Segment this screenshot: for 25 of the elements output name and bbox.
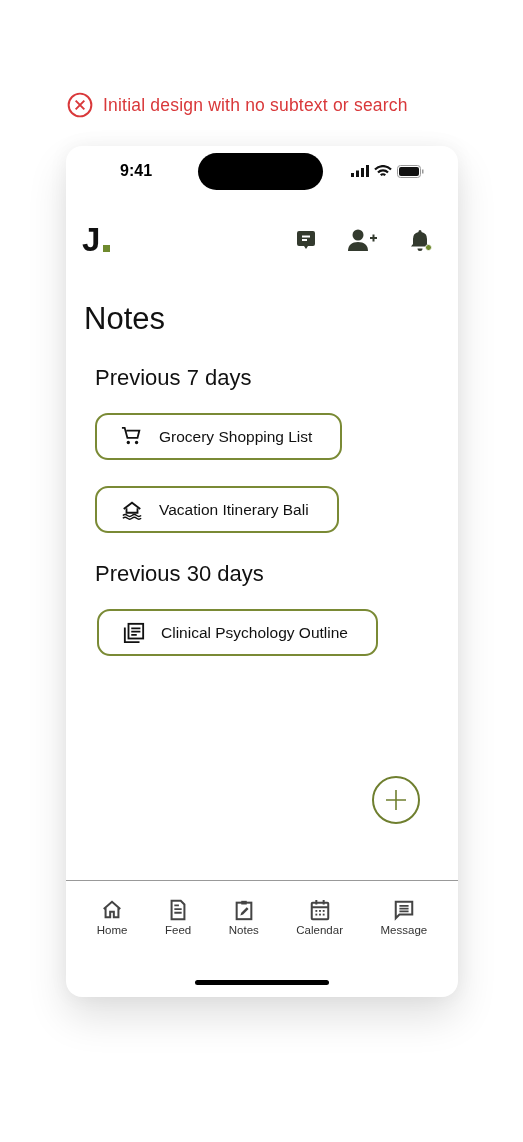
nav-tab[interactable]: Calendar	[296, 899, 343, 977]
add-button[interactable]	[372, 776, 420, 824]
nav-tab[interactable]: Home	[96, 899, 128, 977]
design-note: Initial design with no subtext or search	[103, 94, 408, 116]
battery-icon	[397, 164, 424, 178]
status-time: 9:41	[120, 162, 154, 180]
nav-tab[interactable]: Feed	[165, 899, 192, 977]
logo: J	[82, 225, 111, 255]
nav-tab[interactable]: Message	[380, 899, 428, 977]
page-title: Notes	[84, 301, 166, 337]
wifi-icon	[374, 164, 392, 178]
documents-icon	[123, 621, 145, 644]
home-icon	[101, 899, 124, 921]
calendar-icon	[308, 899, 331, 921]
add-person-icon[interactable]	[348, 228, 378, 252]
signal-icon	[351, 165, 369, 177]
note-button[interactable]: Clinical Psychology Outline	[97, 609, 378, 656]
note-button[interactable]: Vacation Itinerary Bali	[95, 486, 339, 533]
note-button[interactable]: Grocery Shopping List	[95, 413, 343, 460]
plus-icon	[384, 788, 408, 812]
bell-icon[interactable]	[408, 228, 432, 252]
section-heading: Previous 7 days	[95, 365, 253, 391]
section-heading: Previous 30 days	[95, 561, 265, 587]
message-icon	[392, 899, 415, 921]
nav-tab[interactable]: Notes	[228, 899, 259, 977]
